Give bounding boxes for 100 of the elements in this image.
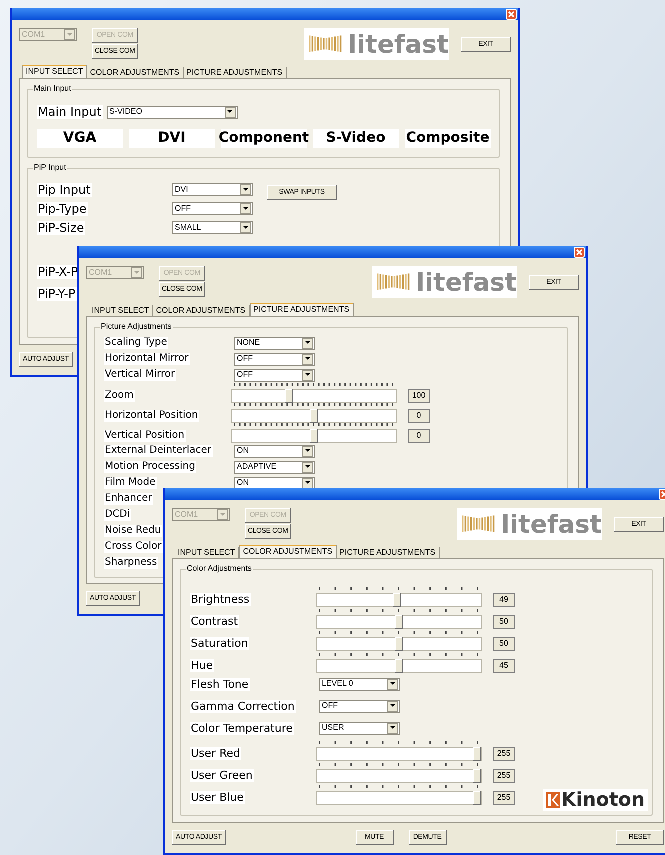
- dropdown[interactable]: USER: [319, 722, 400, 734]
- slider[interactable]: [316, 791, 482, 805]
- field-label: Pip Input: [37, 182, 92, 196]
- field-label: Main Input: [37, 105, 103, 119]
- dropdown[interactable]: OFF: [172, 202, 253, 215]
- caret-icon: [240, 184, 251, 195]
- slider[interactable]: [316, 769, 482, 783]
- field-label: Motion Processing: [104, 461, 196, 473]
- brand-text: Kinoton: [562, 790, 645, 810]
- close-button[interactable]: [574, 246, 585, 258]
- dropdown[interactable]: DVI: [172, 183, 253, 196]
- caret-icon: [240, 203, 251, 214]
- caret-icon: [64, 29, 75, 40]
- field-label: User Red: [190, 747, 242, 760]
- close-icon: [508, 10, 515, 18]
- group-title: PiP Input: [33, 164, 68, 172]
- dropdown[interactable]: SMALL: [172, 221, 253, 234]
- field-label: Horizontal Position: [104, 410, 200, 422]
- caret-icon: [302, 478, 313, 488]
- bars-logo-icon: [309, 33, 344, 55]
- slider-thumb[interactable]: [393, 593, 402, 607]
- dropdown[interactable]: S-VIDEO: [106, 106, 238, 118]
- field-label: User Green: [190, 769, 254, 782]
- value-box: 50: [493, 637, 515, 651]
- field-label: Color Temperature: [190, 722, 294, 734]
- field-label: Flesh Tone: [190, 678, 250, 690]
- field-label: Vertical Position: [104, 430, 186, 442]
- value-box: 255: [493, 769, 515, 783]
- field-label: Sharpness: [104, 557, 158, 569]
- field-label: Zoom: [104, 390, 135, 402]
- slider[interactable]: [231, 389, 397, 403]
- caret-icon: [131, 267, 142, 278]
- input-source-label: VGA: [37, 128, 123, 148]
- slider-thumb[interactable]: [473, 747, 481, 761]
- slider-thumb[interactable]: [395, 659, 403, 673]
- field-label: DCDi: [104, 509, 132, 521]
- value-box: 255: [493, 747, 515, 761]
- close-button[interactable]: [506, 8, 517, 20]
- slider[interactable]: [231, 429, 397, 443]
- caret-icon: [302, 446, 313, 456]
- dropdown[interactable]: OFF: [234, 368, 315, 382]
- bars-logo-icon: [377, 271, 412, 293]
- tab[interactable]: PICTURE ADJUSTMENTS: [250, 303, 354, 316]
- dropdown[interactable]: OFF: [319, 700, 400, 712]
- input-source-label: Composite: [405, 128, 491, 148]
- dropdown[interactable]: OFF: [234, 352, 315, 366]
- field-label: Contrast: [190, 615, 240, 628]
- field-label: PiP-X-P: [37, 265, 80, 279]
- slider[interactable]: [316, 637, 482, 651]
- slider-thumb[interactable]: [310, 409, 318, 423]
- dropdown[interactable]: ON: [234, 476, 315, 490]
- value-box: 50: [493, 615, 515, 629]
- field-label: Cross Color: [104, 541, 163, 553]
- logo-text: litefast: [416, 270, 517, 294]
- caret-icon: [217, 509, 228, 520]
- field-label: Brightness: [190, 593, 251, 606]
- close-icon: [576, 248, 583, 256]
- tab[interactable]: INPUT SELECT: [22, 65, 88, 78]
- field-label: Pip-Type: [37, 202, 88, 216]
- caret-icon: [302, 370, 313, 380]
- field-label: Gamma Correction: [190, 700, 296, 712]
- input-source-label: DVI: [129, 128, 215, 148]
- slider[interactable]: [316, 659, 482, 673]
- field-label: Enhancer: [104, 493, 154, 505]
- field-label: Hue: [190, 659, 214, 672]
- tab[interactable]: COLOR ADJUSTMENTS: [239, 545, 337, 558]
- field-label: Scaling Type: [104, 337, 168, 349]
- group-title: Color Adjustments: [186, 565, 253, 573]
- dropdown[interactable]: ADAPTIVE: [234, 460, 315, 474]
- field-label: Noise Redu: [104, 525, 162, 537]
- slider-thumb[interactable]: [395, 637, 403, 651]
- slider-thumb[interactable]: [473, 791, 481, 805]
- bars-logo-icon: [462, 513, 496, 535]
- value-box: 255: [493, 791, 515, 805]
- caret-icon: [224, 106, 236, 118]
- caret-icon: [240, 222, 251, 233]
- group-title: Picture Adjustments: [100, 323, 173, 331]
- value-box: 0: [408, 429, 430, 443]
- caret-icon: [387, 678, 398, 690]
- slider-thumb[interactable]: [395, 615, 403, 629]
- value-box: 0: [408, 409, 430, 423]
- field-label: External Deinterlacer: [104, 445, 212, 457]
- caret-icon: [302, 338, 313, 348]
- caret-icon: [302, 354, 313, 364]
- logo-text: litefast: [348, 32, 449, 56]
- slider[interactable]: [231, 409, 397, 423]
- slider-thumb[interactable]: [310, 429, 318, 443]
- slider-thumb[interactable]: [285, 389, 294, 403]
- slider[interactable]: [316, 593, 482, 607]
- dropdown[interactable]: NONE: [234, 336, 315, 350]
- field-label: Saturation: [190, 637, 250, 650]
- dropdown[interactable]: LEVEL 0: [319, 678, 400, 690]
- field-label: PiP-Size: [37, 220, 86, 234]
- slider[interactable]: [316, 747, 482, 761]
- slider[interactable]: [316, 615, 482, 629]
- caret-icon: [387, 700, 398, 712]
- field-label: PiP-Y-P: [37, 287, 77, 301]
- dropdown[interactable]: ON: [234, 444, 315, 458]
- caret-icon: [302, 462, 313, 472]
- slider-thumb[interactable]: [473, 769, 481, 783]
